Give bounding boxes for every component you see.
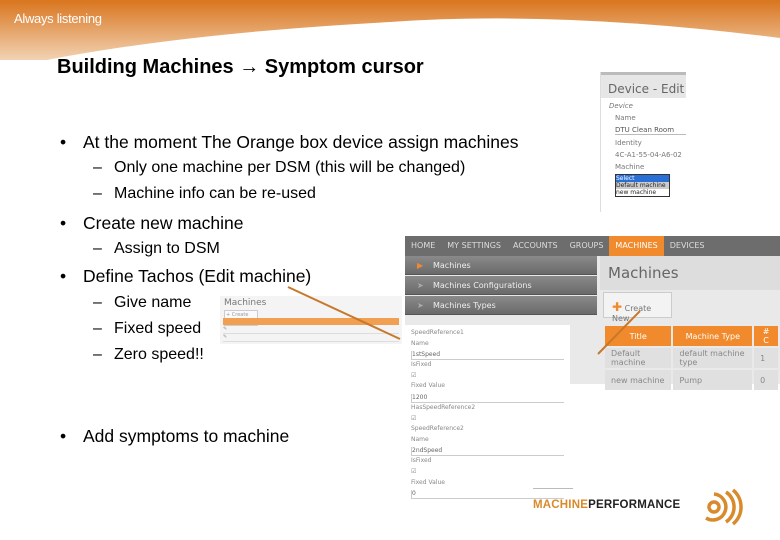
arrow-line: [597, 310, 641, 355]
logo-text: MACHINE: [533, 499, 589, 511]
logo-text: PERFORMANCE: [588, 499, 681, 511]
arrow-line: [287, 286, 401, 340]
machineperformance-logo: MACHINEPERFORMANCE: [533, 486, 748, 528]
spiral-icon: [705, 488, 743, 526]
callout-arrows: [287, 286, 641, 355]
